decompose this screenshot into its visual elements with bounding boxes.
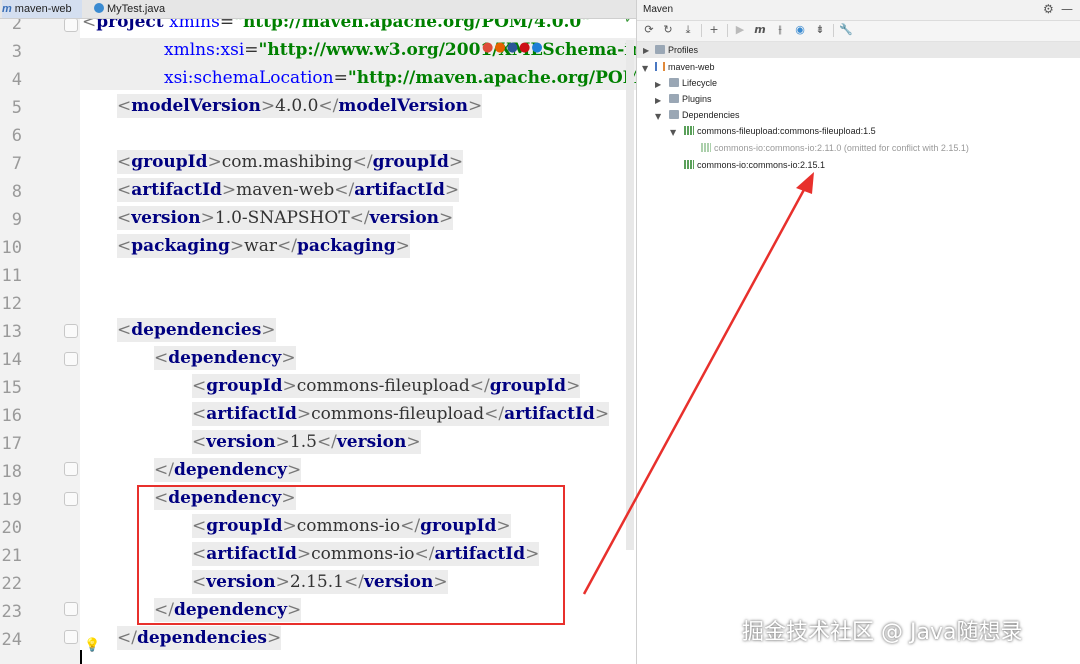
watermark: 掘金技术社区 @ Java随想录: [742, 620, 1023, 645]
annotation-arrow: [582, 172, 814, 595]
arrow-shaft: [582, 185, 808, 595]
arrow-head: [796, 172, 814, 194]
